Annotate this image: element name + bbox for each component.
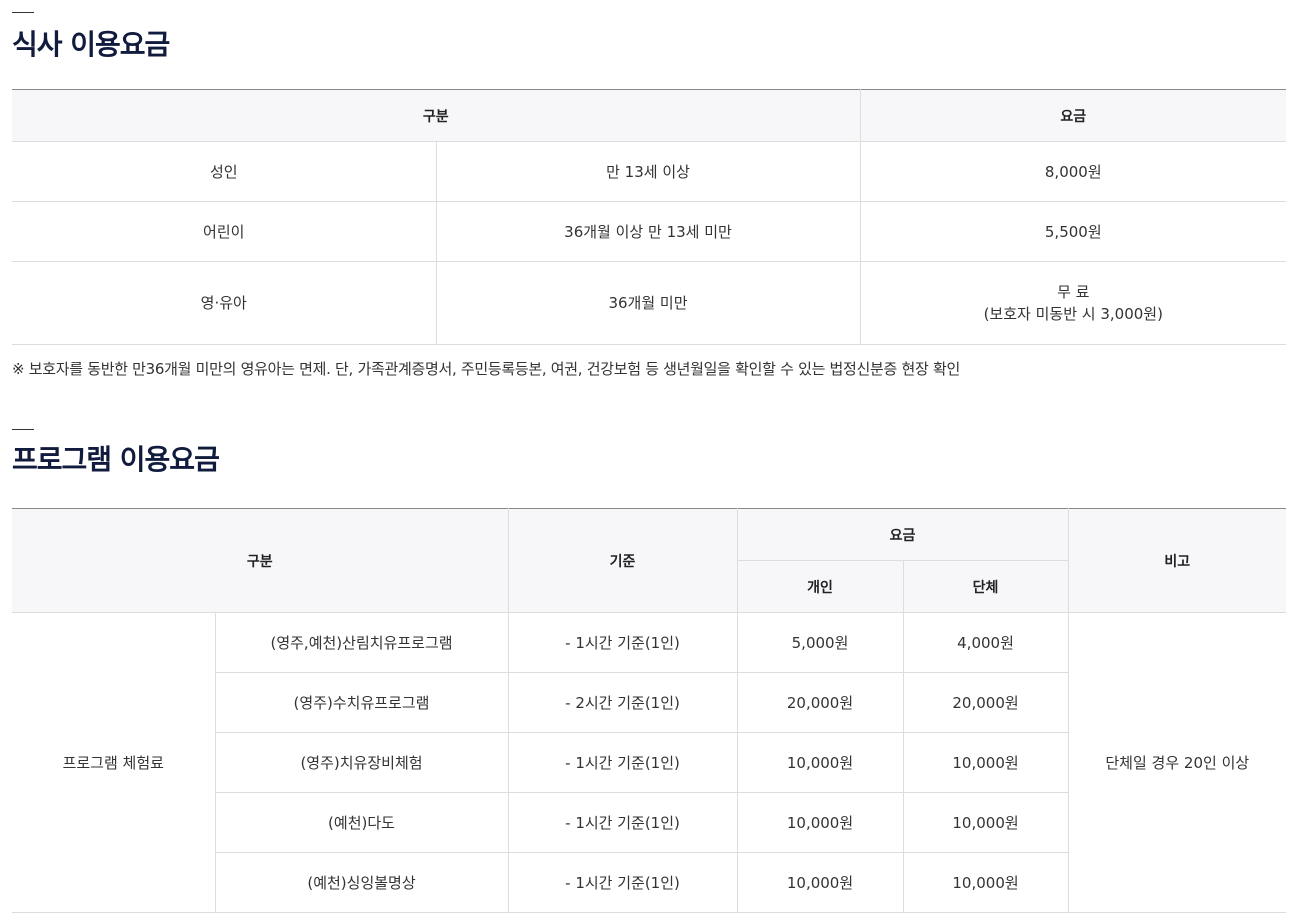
- header-group: 단체: [902, 560, 1069, 613]
- program-name: (예천)싱잉볼명상: [215, 852, 509, 913]
- program-group-label: 프로그램 체험료: [12, 612, 216, 913]
- header-category: 구분: [12, 508, 509, 613]
- program-standard: - 1시간 기준(1인): [507, 732, 738, 793]
- row-condition: 만 13세 이상: [435, 141, 861, 202]
- program-individual-fee: 5,000원: [736, 612, 904, 673]
- header-fee: 요금: [736, 508, 1069, 561]
- row-condition: 36개월 이상 만 13세 미만: [435, 201, 861, 262]
- program-standard: - 2시간 기준(1인): [507, 672, 738, 733]
- header-remarks: 비고: [1067, 508, 1287, 613]
- row-fee: 무 료: [1057, 283, 1090, 301]
- table-header-row: 구분 요금: [12, 89, 1287, 142]
- header-fee: 요금: [859, 89, 1287, 142]
- program-individual-fee: 10,000원: [736, 732, 904, 793]
- header-standard: 기준: [507, 508, 738, 613]
- row-type: 어린이: [12, 201, 437, 262]
- program-group-fee: 4,000원: [902, 612, 1069, 673]
- row-type: 영·유아: [12, 261, 437, 345]
- program-remark: 단체일 경우 20인 이상: [1067, 612, 1287, 913]
- program-fee-table: 구분 기준 요금 비고 개인 단체 프로그램 체험료 (영주,예천)산림치유프로…: [12, 508, 1287, 913]
- program-individual-fee: 20,000원: [736, 672, 904, 733]
- header-individual: 개인: [737, 560, 904, 613]
- program-standard: - 1시간 기준(1인): [507, 852, 738, 913]
- program-fee-title: 프로그램 이용요금: [12, 443, 220, 476]
- program-standard: - 1시간 기준(1인): [507, 612, 738, 673]
- page-content: 식사 이용요금 구분 요금 성인 만 13세 이상 8,000원 어린이 36개…: [12, 0, 1287, 913]
- meal-fee-title: 식사 이용요금: [12, 28, 170, 61]
- table-row: 성인 만 13세 이상 8,000원: [12, 141, 1287, 202]
- row-fee-cell: 무 료 (보호자 미동반 시 3,000원): [859, 261, 1287, 345]
- program-group-fee: 10,000원: [902, 852, 1069, 913]
- table-row: 프로그램 체험료 (영주,예천)산림치유프로그램 - 1시간 기준(1인) 5,…: [12, 612, 1287, 913]
- program-name: (영주)치유장비체험: [215, 732, 509, 793]
- program-name: (예천)다도: [215, 792, 509, 853]
- program-group-fee: 10,000원: [902, 792, 1069, 853]
- program-individual-fee: 10,000원: [736, 852, 904, 913]
- meal-fee-table: 구분 요금 성인 만 13세 이상 8,000원 어린이 36개월 이상 만 1…: [12, 89, 1287, 345]
- header-category: 구분: [12, 89, 861, 142]
- program-name: (영주,예천)산림치유프로그램: [214, 612, 509, 673]
- table-header-row: 구분 기준 요금 비고: [12, 508, 1287, 613]
- program-individual-fee: 10,000원: [736, 792, 904, 853]
- table-row: 영·유아 36개월 미만 무 료 (보호자 미동반 시 3,000원): [12, 261, 1287, 345]
- program-standard: - 1시간 기준(1인): [507, 792, 738, 853]
- meal-fee-note: ※ 보호자를 동반한 만36개월 미만의 영유아는 면제. 단, 가족관계증명서…: [12, 360, 960, 378]
- row-fee-note: (보호자 미동반 시 3,000원): [983, 305, 1163, 323]
- table-row: 어린이 36개월 이상 만 13세 미만 5,500원: [12, 201, 1287, 262]
- row-fee: 5,500원: [859, 201, 1287, 262]
- program-group-fee: 10,000원: [902, 732, 1069, 793]
- row-type: 성인: [12, 141, 437, 202]
- row-condition: 36개월 미만: [435, 261, 861, 345]
- program-name: (영주)수치유프로그램: [215, 672, 509, 733]
- program-group-fee: 20,000원: [902, 672, 1069, 733]
- section-divider: [12, 429, 34, 430]
- row-fee: 8,000원: [859, 141, 1287, 202]
- section-divider: [12, 12, 34, 13]
